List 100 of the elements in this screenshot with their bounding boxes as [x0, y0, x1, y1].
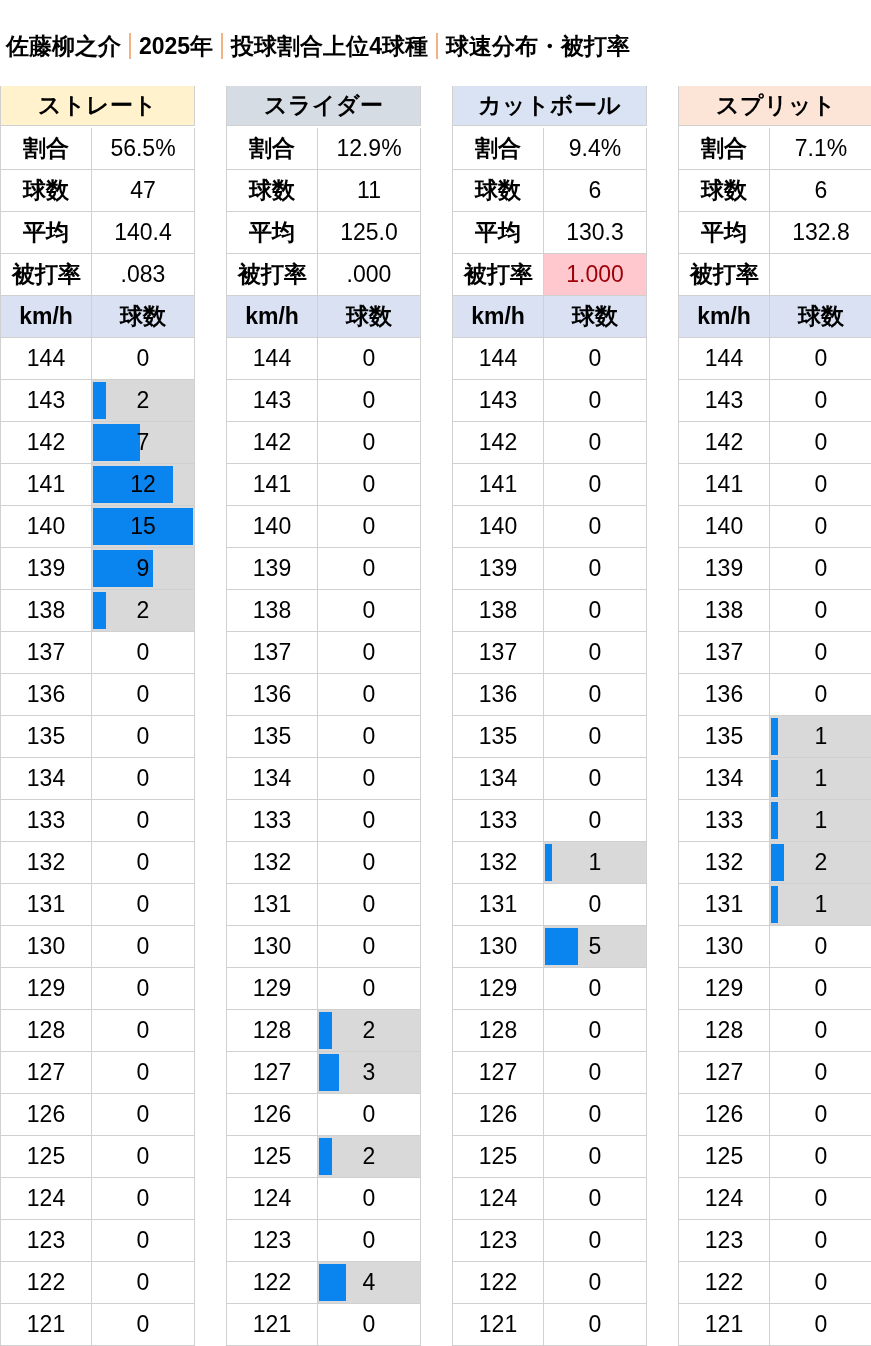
- stat-label: 割合: [1, 128, 92, 170]
- speed-cell: 143: [227, 380, 318, 422]
- speed-cell: 122: [453, 1262, 544, 1304]
- count-cell: 0: [92, 884, 195, 926]
- stat-value: 47: [92, 170, 195, 212]
- count-cell: 0: [770, 590, 871, 632]
- count-cell: 0: [318, 884, 421, 926]
- count-cell: 0: [770, 1136, 871, 1178]
- speed-cell: 122: [1, 1262, 92, 1304]
- speed-cell: 134: [1, 758, 92, 800]
- count-cell: 0: [318, 506, 421, 548]
- stat-label: 球数: [453, 170, 544, 212]
- count-cell: 0: [318, 464, 421, 506]
- speed-cell: 126: [227, 1094, 318, 1136]
- speed-cell: 137: [453, 632, 544, 674]
- count-cell: 0: [544, 1094, 647, 1136]
- count-cell: 0: [92, 842, 195, 884]
- count-text: 3: [362, 1059, 376, 1086]
- title-text: 2025年: [139, 31, 214, 61]
- count-cell: 0: [544, 422, 647, 464]
- speed-cell: 121: [679, 1304, 770, 1346]
- column-header: 球数: [318, 296, 421, 338]
- count-cell: 0: [92, 1094, 195, 1136]
- speed-cell: 135: [453, 716, 544, 758]
- speed-cell: 123: [453, 1220, 544, 1262]
- count-cell: 0: [92, 1304, 195, 1346]
- pitch-header: ストレート: [1, 86, 195, 126]
- speed-cell: 129: [227, 968, 318, 1010]
- speed-cell: 139: [453, 548, 544, 590]
- pitch-header: スライダー: [227, 86, 421, 126]
- count-cell: 0: [318, 422, 421, 464]
- column-header: 球数: [92, 296, 195, 338]
- count-cell: 0: [770, 1220, 871, 1262]
- count-cell: 0: [544, 1010, 647, 1052]
- speed-cell: 126: [1, 1094, 92, 1136]
- speed-cell: 131: [1, 884, 92, 926]
- speed-cell: 128: [679, 1010, 770, 1052]
- speed-cell: 133: [227, 800, 318, 842]
- stat-value: 1.000: [544, 254, 647, 296]
- count-cell: 0: [544, 1136, 647, 1178]
- title-divider: [129, 33, 131, 59]
- column-header: km/h: [227, 296, 318, 338]
- speed-cell: 140: [227, 506, 318, 548]
- count-text: 9: [136, 555, 150, 582]
- count-cell: 0: [770, 548, 871, 590]
- count-cell: 0: [544, 716, 647, 758]
- count-cell: 0: [92, 716, 195, 758]
- count-cell: 0: [318, 800, 421, 842]
- speed-cell: 137: [1, 632, 92, 674]
- stat-label: 割合: [453, 128, 544, 170]
- speed-cell: 129: [1, 968, 92, 1010]
- count-cell: 0: [92, 800, 195, 842]
- count-cell: 0: [92, 1178, 195, 1220]
- speed-cell: 137: [227, 632, 318, 674]
- count-cell: 0: [318, 380, 421, 422]
- stat-value: 140.4: [92, 212, 195, 254]
- title-divider: [221, 33, 224, 59]
- count-text: 2: [362, 1017, 376, 1044]
- speed-cell: 139: [227, 548, 318, 590]
- column-header: 球数: [544, 296, 647, 338]
- speed-cell: 144: [227, 338, 318, 380]
- speed-cell: 136: [453, 674, 544, 716]
- count-cell: 0: [318, 674, 421, 716]
- speed-cell: 138: [453, 590, 544, 632]
- count-text: 2: [136, 597, 150, 624]
- column-header: 球数: [770, 296, 871, 338]
- count-cell: 0: [92, 1262, 195, 1304]
- stat-value: 56.5%: [92, 128, 195, 170]
- count-text: 1: [814, 891, 828, 918]
- count-cell: 0: [544, 1052, 647, 1094]
- speed-cell: 137: [679, 632, 770, 674]
- count-text: 15: [130, 513, 156, 540]
- count-cell: 0: [770, 380, 871, 422]
- speed-cell: 123: [227, 1220, 318, 1262]
- count-cell: 0: [770, 464, 871, 506]
- speed-cell: 144: [1, 338, 92, 380]
- column-header: km/h: [1, 296, 92, 338]
- count-cell: 0: [92, 968, 195, 1010]
- count-cell: 0: [92, 758, 195, 800]
- stat-label: 平均: [227, 212, 318, 254]
- count-text: 2: [814, 849, 828, 876]
- speed-cell: 131: [453, 884, 544, 926]
- stat-label: 平均: [453, 212, 544, 254]
- speed-cell: 132: [227, 842, 318, 884]
- speed-cell: 130: [1, 926, 92, 968]
- speed-cell: 135: [227, 716, 318, 758]
- speed-cell: 141: [227, 464, 318, 506]
- speed-cell: 130: [227, 926, 318, 968]
- speed-cell: 135: [1, 716, 92, 758]
- stat-value: 6: [770, 170, 871, 212]
- speed-cell: 134: [227, 758, 318, 800]
- count-cell: 0: [544, 1262, 647, 1304]
- count-text: 4: [362, 1269, 376, 1296]
- speed-cell: 138: [679, 590, 770, 632]
- title-text: 投球割合上位4球種: [231, 31, 428, 61]
- count-cell: 0: [318, 590, 421, 632]
- count-cell: 0: [544, 380, 647, 422]
- speed-cell: 136: [679, 674, 770, 716]
- count-cell: 0: [92, 1052, 195, 1094]
- count-text: 1: [814, 765, 828, 792]
